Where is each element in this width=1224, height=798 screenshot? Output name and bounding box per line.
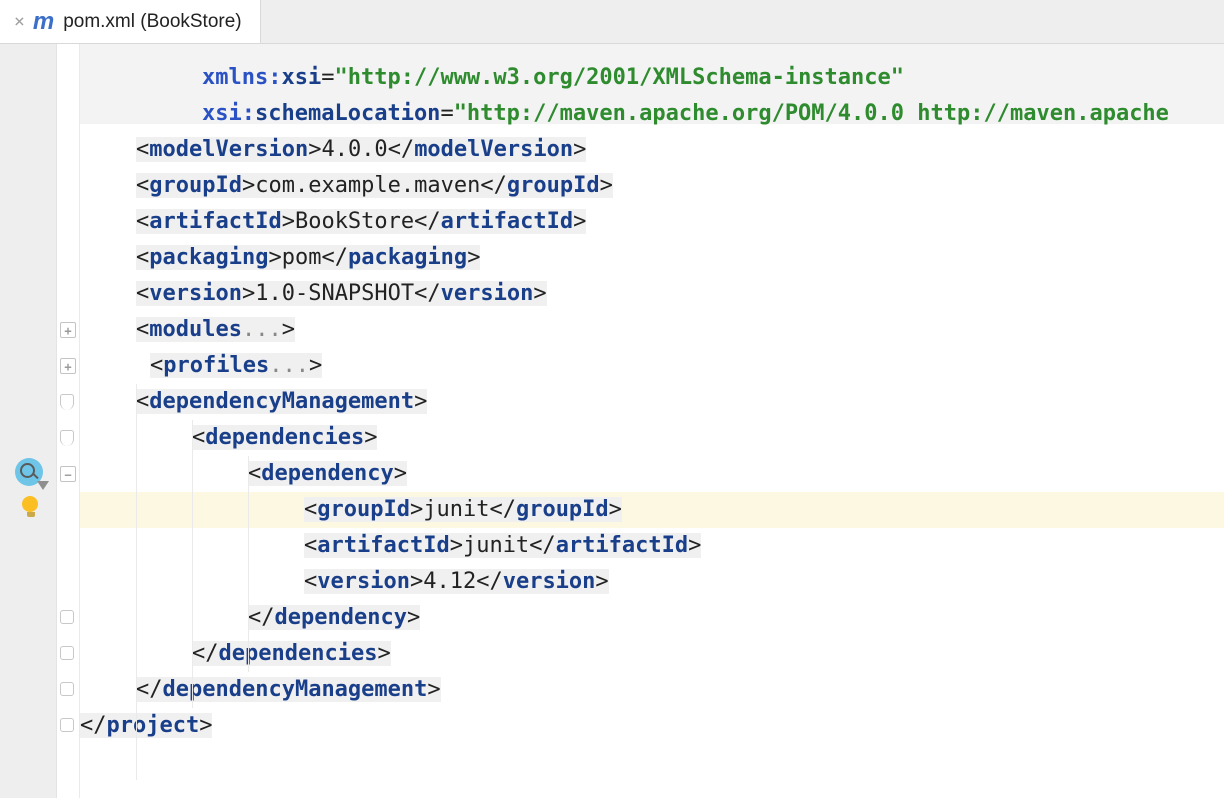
search-action-icon[interactable] [15, 458, 43, 486]
tab-bar: × m pom.xml (BookStore) [0, 0, 1224, 44]
code-line[interactable]: <modules...> [136, 312, 295, 348]
current-line-highlight [80, 492, 1224, 528]
code-line[interactable]: <packaging>pom</packaging> [136, 240, 480, 276]
fold-expand-icon[interactable]: + [60, 358, 76, 374]
code-line[interactable]: <version>4.12</version> [304, 564, 609, 600]
fold-region-start-icon[interactable] [60, 430, 74, 446]
indent-guide [136, 384, 137, 780]
code-line[interactable]: </project> [80, 708, 212, 744]
code-line[interactable]: <profiles...> [150, 348, 322, 384]
code-line[interactable]: <groupId>junit</groupId> [304, 492, 622, 528]
code-line[interactable]: <artifactId>junit</artifactId> [304, 528, 701, 564]
fold-expand-icon[interactable]: + [60, 322, 76, 338]
code-line[interactable]: </dependency> [248, 600, 420, 636]
code-line[interactable]: <groupId>com.example.maven</groupId> [136, 168, 613, 204]
action-rail [0, 44, 56, 798]
indent-guide [248, 456, 249, 672]
fold-region-start-icon[interactable] [60, 394, 74, 410]
code-line[interactable]: <artifactId>BookStore</artifactId> [136, 204, 586, 240]
code-line[interactable]: <dependencyManagement> [136, 384, 427, 420]
fold-region-end-icon[interactable] [60, 718, 74, 732]
code-line[interactable]: </dependencies> [192, 636, 391, 672]
code-line[interactable]: <dependency> [248, 456, 407, 492]
file-tab[interactable]: × m pom.xml (BookStore) [0, 0, 261, 43]
fold-region-end-icon[interactable] [60, 610, 74, 624]
code-line[interactable]: xmlns:xsi="http://www.w3.org/2001/XMLSch… [202, 60, 904, 96]
fold-region-end-icon[interactable] [60, 646, 74, 660]
fold-region-end-icon[interactable] [60, 682, 74, 696]
code-line[interactable]: xsi:schemaLocation="http://maven.apache.… [202, 96, 1169, 132]
code-line[interactable]: <dependencies> [192, 420, 377, 456]
fold-collapse-icon[interactable]: − [60, 466, 76, 482]
code-line[interactable]: </dependencyManagement> [136, 672, 441, 708]
editor: + + − xmlns:xsi="http://www.w3.org/2001/XM… [0, 44, 1224, 798]
intention-bulb-icon[interactable] [22, 496, 40, 520]
tab-title: pom.xml (BookStore) [63, 11, 241, 33]
code-line[interactable]: <version>1.0-SNAPSHOT</version> [136, 276, 547, 312]
maven-file-icon: m [33, 8, 53, 36]
fold-gutter[interactable]: + + − [56, 44, 80, 798]
close-icon[interactable]: × [14, 13, 25, 31]
indent-guide [192, 420, 193, 708]
code-area[interactable]: xmlns:xsi="http://www.w3.org/2001/XMLSch… [80, 44, 1224, 798]
code-line[interactable]: <modelVersion>4.0.0</modelVersion> [136, 132, 586, 168]
